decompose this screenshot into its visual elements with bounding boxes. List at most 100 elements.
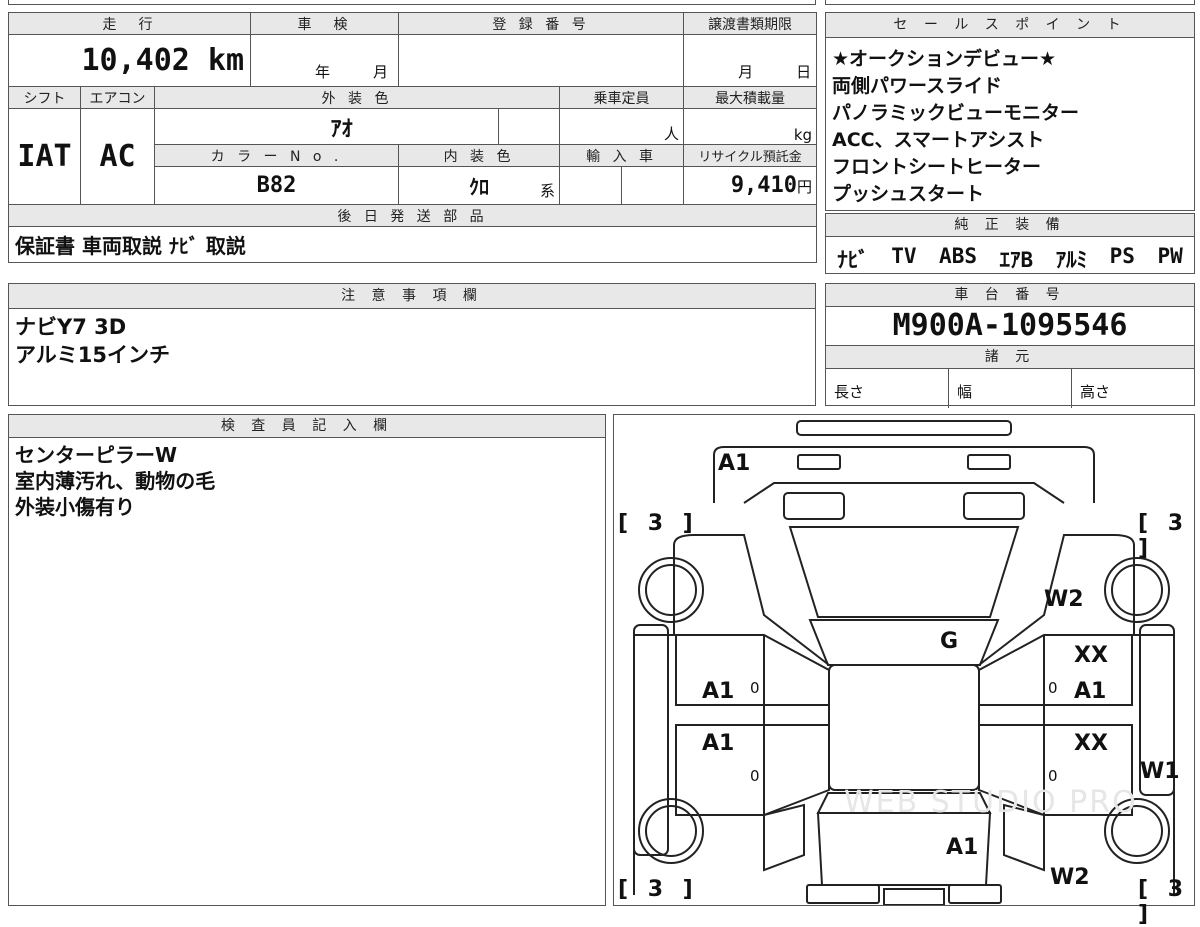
mark-windshield: G bbox=[940, 629, 959, 654]
genuine-equipment-list: ﾅﾋﾞ TV ABS ｴｱB ｱﾙﾐ PS PW bbox=[826, 237, 1194, 274]
inspector-line: 室内薄汚れ、動物の毛 bbox=[15, 469, 216, 493]
zero-marker: 0 bbox=[1048, 679, 1058, 697]
registration-cell bbox=[398, 34, 685, 87]
equipment-item: ABS bbox=[939, 244, 977, 268]
sales-point-line: フロントシートヒーター bbox=[832, 156, 1042, 178]
recycle-fee-cell: 9,410円 bbox=[683, 166, 818, 205]
note-line: ナビY7 3D bbox=[15, 315, 127, 339]
mark-right-front-door-2: A1 bbox=[1074, 679, 1107, 704]
mileage-cell: 10,402 km bbox=[7, 34, 252, 87]
equipment-item: ﾅﾋﾞ bbox=[837, 248, 869, 272]
equipment-item: ｴｱB bbox=[999, 248, 1034, 272]
mark-right-front-fender: W2 bbox=[1044, 587, 1084, 612]
import-header: 輸 入 車 bbox=[559, 144, 685, 167]
equipment-item: PS bbox=[1109, 244, 1135, 268]
chassis-header: 車 台 番 号 bbox=[826, 284, 1194, 307]
chassis-number: M900A-1095546 bbox=[826, 307, 1194, 346]
mark-tailgate: A1 bbox=[946, 835, 979, 860]
exterior-color-header: 外 装 色 bbox=[153, 86, 561, 109]
transfer-deadline-cell: 月 日 bbox=[683, 34, 818, 87]
inspection-month-unit: 月 bbox=[373, 63, 389, 81]
shift-value: IAT bbox=[17, 139, 72, 174]
shift-header: シフト bbox=[8, 86, 81, 109]
mark-right-rear-door: XX bbox=[1074, 731, 1108, 756]
interior-color-cell: ｸﾛ 系 bbox=[398, 166, 561, 205]
max-load-header: 最大積載量 bbox=[683, 86, 818, 109]
genuine-equipment-header: 純 正 装 備 bbox=[826, 214, 1194, 237]
watermark-text: WEB STUDIO PRO bbox=[844, 785, 1138, 820]
front-left-bracket: [ 3 ] bbox=[618, 511, 699, 536]
rear-left-bracket: [ 3 ] bbox=[618, 877, 699, 902]
import-cell-a bbox=[559, 166, 623, 205]
zero-marker: 0 bbox=[750, 679, 760, 697]
equipment-item: TV bbox=[891, 244, 917, 268]
chassis-panel: 車 台 番 号 M900A-1095546 諸 元 長さ 幅 高さ bbox=[825, 283, 1195, 408]
color-no-value: B82 bbox=[256, 173, 297, 198]
inspection-cell: 年 月 bbox=[250, 34, 400, 87]
mark-right-pillar: W1 bbox=[1140, 759, 1180, 784]
capacity-unit: 人 bbox=[664, 125, 680, 143]
specs-row: 長さ 幅 高さ bbox=[826, 369, 1194, 408]
mileage-value: 10,402 km bbox=[81, 43, 245, 78]
inspector-panel: 検 査 員 記 入 欄 センターピラーW 室内薄汚れ、動物の毛 外装小傷有り bbox=[8, 414, 606, 906]
max-load-cell: kg bbox=[683, 108, 818, 145]
genuine-equipment-panel: 純 正 装 備 ﾅﾋﾞ TV ABS ｴｱB ｱﾙﾐ PS PW bbox=[825, 213, 1195, 274]
car-diagram-panel: WEB STUDIO PRO [ 3 ] [ 3 ] [ 3 ] [ 3 ] A… bbox=[613, 414, 1195, 927]
inspector-line: 外装小傷有り bbox=[15, 495, 135, 519]
capacity-header: 乗車定員 bbox=[559, 86, 685, 109]
note-line: アルミ15インチ bbox=[15, 343, 171, 367]
later-shipping-cell: 保証書 車両取説 ﾅﾋﾞ 取説 bbox=[7, 226, 818, 263]
mark-left-front-door: A1 bbox=[702, 679, 735, 704]
notes-panel: 注 意 事 項 欄 ナビY7 3D アルミ15インチ bbox=[8, 283, 816, 406]
specs-header: 諸 元 bbox=[826, 346, 1194, 369]
recycle-fee-header: リサイクル預託金 bbox=[683, 144, 818, 167]
interior-color-value: ｸﾛ bbox=[469, 175, 490, 199]
mileage-header: 走 行 bbox=[7, 12, 252, 35]
aircon-value: AC bbox=[99, 139, 136, 174]
sales-point-line: パノラミックビューモニター bbox=[832, 102, 1080, 124]
recycle-fee-value: 9,410 bbox=[730, 173, 798, 198]
interior-color-suffix: 系 bbox=[540, 182, 556, 200]
aircon-header: エアコン bbox=[80, 86, 155, 109]
recycle-fee-unit: 円 bbox=[797, 178, 813, 196]
sales-points-header: セ ー ル ス ポ イ ン ト bbox=[826, 13, 1194, 38]
zero-marker: 0 bbox=[1048, 767, 1058, 785]
inspection-header: 車 検 bbox=[250, 12, 400, 35]
front-right-bracket: [ 3 ] bbox=[1138, 511, 1190, 561]
mark-right-rear-fender: W2 bbox=[1050, 865, 1090, 890]
transfer-month-unit: 月 bbox=[738, 63, 754, 81]
sales-point-line: ★オークションデビュー★ bbox=[832, 48, 1057, 70]
mark-right-front-door-1: XX bbox=[1074, 643, 1108, 668]
mark-roof-front: A1 bbox=[718, 451, 751, 476]
mark-left-rear-door: A1 bbox=[702, 731, 735, 756]
sales-points-panel: セ ー ル ス ポ イ ン ト ★オークションデビュー★ 両側パワースライド パ… bbox=[825, 12, 1195, 211]
notes-header: 注 意 事 項 欄 bbox=[9, 284, 815, 309]
equipment-item: ｱﾙﾐ bbox=[1055, 248, 1088, 272]
interior-color-header: 内 装 色 bbox=[398, 144, 561, 167]
inspector-header: 検 査 員 記 入 欄 bbox=[9, 415, 605, 438]
exterior-color-extra-cell bbox=[498, 108, 561, 145]
sales-point-line: 両側パワースライド bbox=[832, 75, 1003, 97]
later-shipping-items: 保証書 車両取説 ﾅﾋﾞ 取説 bbox=[15, 234, 246, 258]
equipment-item: PW bbox=[1157, 244, 1183, 268]
length-label: 長さ bbox=[826, 369, 949, 408]
rear-right-bracket: [ 3 ] bbox=[1138, 877, 1190, 927]
height-label: 高さ bbox=[1080, 383, 1111, 401]
exterior-color-value: ｱｵ bbox=[330, 116, 353, 142]
inspector-list: センターピラーW 室内薄汚れ、動物の毛 外装小傷有り bbox=[9, 438, 605, 524]
sales-points-list: ★オークションデビュー★ 両側パワースライド パノラミックビューモニター ACC… bbox=[826, 38, 1194, 212]
capacity-cell: 人 bbox=[559, 108, 685, 145]
inspector-line: センターピラーW bbox=[15, 443, 178, 467]
inspection-year-unit: 年 bbox=[315, 63, 331, 81]
sales-point-line: プッシュスタート bbox=[832, 183, 985, 205]
transfer-deadline-header: 譲渡書類期限 bbox=[683, 12, 818, 35]
color-no-header: カ ラ ー N o . bbox=[153, 144, 400, 167]
vehicle-info-table: 走 行 車 検 登 録 番 号 譲渡書類期限 10,402 km 年 月 月 日… bbox=[7, 12, 818, 263]
width-label: 幅 bbox=[949, 369, 1072, 408]
top-cutoff-strip bbox=[0, 0, 1200, 8]
import-cell-b bbox=[621, 166, 685, 205]
color-no-cell: B82 bbox=[153, 166, 400, 205]
sales-point-line: ACC、スマートアシスト bbox=[832, 129, 1045, 151]
zero-marker: 0 bbox=[750, 767, 760, 785]
shift-cell: IAT bbox=[8, 108, 81, 205]
